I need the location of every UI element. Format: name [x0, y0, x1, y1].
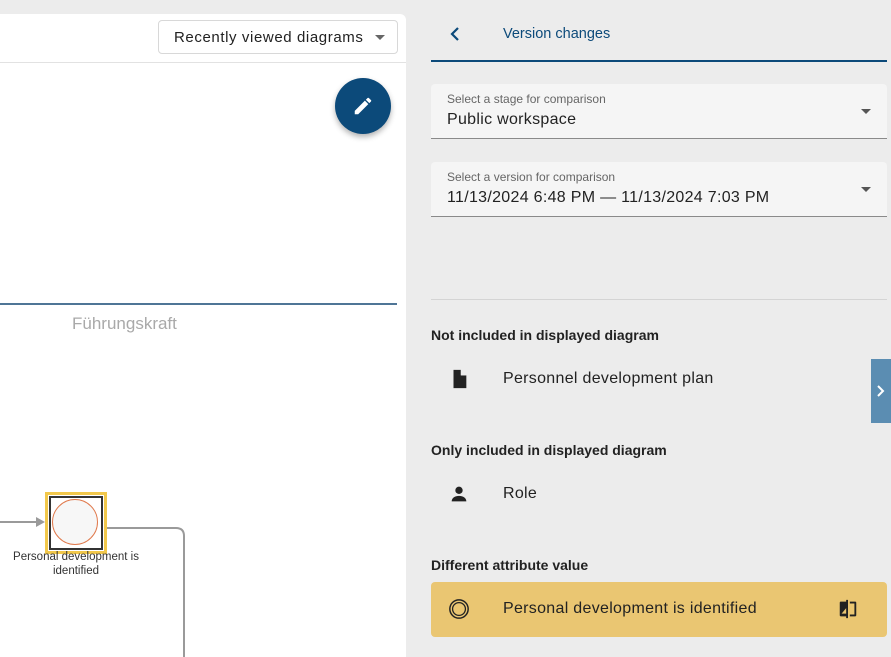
- caret-down-icon: [861, 109, 871, 114]
- section-title-only-included: Only included in displayed diagram: [431, 442, 667, 458]
- list-item-label: Personal development is identified: [503, 600, 757, 617]
- list-item-label: Personnel development plan: [503, 370, 714, 387]
- caret-down-icon: [861, 187, 871, 192]
- expand-side-tab[interactable]: [871, 359, 891, 423]
- chevron-left-icon: [450, 27, 459, 41]
- event-circle-icon: [449, 599, 469, 619]
- event-label: Personal development is identified: [13, 551, 139, 577]
- section-title-not-included: Not included in displayed diagram: [431, 327, 659, 343]
- event-circle-icon: [52, 499, 98, 545]
- person-icon: [451, 486, 467, 502]
- panel-header: Version changes: [431, 14, 887, 62]
- version-select-label: Select a version for comparison: [447, 170, 616, 184]
- stage-select[interactable]: Select a stage for comparison Public wor…: [431, 84, 887, 139]
- list-item-label: Role: [503, 485, 538, 502]
- version-changes-panel: Version changes Select a stage for compa…: [406, 0, 891, 657]
- version-select-value: 11/13/2024 6:48 PM — 11/13/2024 7:03 PM: [447, 189, 770, 206]
- back-button[interactable]: [443, 22, 467, 46]
- document-icon: [453, 369, 467, 389]
- version-select[interactable]: Select a version for comparison 11/13/20…: [431, 162, 887, 217]
- list-item-personnel-development-plan[interactable]: Personnel development plan: [431, 352, 887, 407]
- start-event-node[interactable]: [45, 492, 107, 554]
- stage-select-label: Select a stage for comparison: [447, 92, 606, 106]
- divider: [431, 299, 887, 300]
- section-title-different-attribute: Different attribute value: [431, 557, 589, 573]
- compare-icon[interactable]: [837, 598, 859, 620]
- list-item-role[interactable]: Role: [431, 467, 887, 522]
- diagram-canvas[interactable]: Recently viewed diagrams Führungskraft P…: [0, 14, 406, 657]
- panel-title: Version changes: [503, 26, 611, 42]
- chevron-right-icon: [877, 385, 885, 397]
- list-item-personal-development-identified[interactable]: Personal development is identified: [431, 582, 887, 637]
- stage-select-value: Public workspace: [447, 111, 577, 128]
